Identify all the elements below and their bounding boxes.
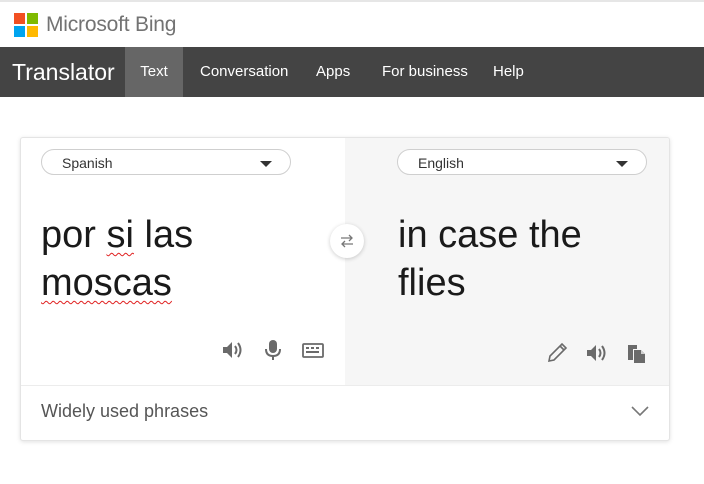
bing-header: Microsoft Bing bbox=[0, 2, 704, 47]
keyboard-icon bbox=[302, 343, 324, 358]
source-word: por bbox=[41, 214, 96, 256]
target-speaker-button[interactable] bbox=[584, 340, 610, 366]
edit-translation-button[interactable] bbox=[544, 340, 570, 366]
source-word-misspelled: moscas bbox=[41, 262, 172, 304]
card-divider bbox=[21, 385, 669, 386]
target-language-select[interactable]: English bbox=[397, 149, 647, 175]
chevron-down-icon bbox=[631, 406, 649, 417]
tab-text-label: Text bbox=[140, 63, 168, 80]
microphone-icon bbox=[265, 340, 281, 360]
target-language-label: English bbox=[418, 155, 464, 171]
swap-languages-button[interactable] bbox=[330, 224, 364, 258]
translated-text-output: in case the flies bbox=[398, 214, 582, 304]
translator-card: Spanish English por si las moscas in cas… bbox=[20, 137, 670, 441]
source-text-input[interactable]: por si las moscas bbox=[41, 211, 331, 307]
pencil-icon bbox=[547, 342, 568, 363]
tab-help[interactable]: Help bbox=[493, 47, 524, 97]
tab-for-business-label: For business bbox=[382, 63, 468, 80]
brand-name[interactable]: Microsoft Bing bbox=[46, 13, 176, 37]
speaker-icon bbox=[587, 345, 606, 361]
translator-title[interactable]: Translator bbox=[12, 59, 115, 86]
tab-help-label: Help bbox=[493, 63, 524, 80]
source-language-select[interactable]: Spanish bbox=[41, 149, 291, 175]
tab-apps-label: Apps bbox=[316, 63, 351, 80]
microphone-button[interactable] bbox=[260, 337, 286, 363]
tab-conversation[interactable]: Conversation bbox=[200, 47, 288, 97]
source-word-misspelled: si bbox=[106, 214, 134, 256]
source-language-label: Spanish bbox=[62, 155, 113, 171]
copy-icon bbox=[628, 345, 645, 363]
keyboard-button[interactable] bbox=[300, 337, 326, 363]
swap-arrows-icon bbox=[341, 234, 353, 248]
expand-phrases-button[interactable] bbox=[630, 404, 650, 418]
caret-down-icon bbox=[260, 161, 272, 167]
tab-apps[interactable]: Apps bbox=[316, 47, 350, 97]
source-speaker-button[interactable] bbox=[220, 337, 246, 363]
microsoft-logo-icon[interactable] bbox=[14, 13, 38, 37]
tab-conversation-label: Conversation bbox=[200, 63, 289, 80]
widely-used-phrases-label[interactable]: Widely used phrases bbox=[41, 401, 208, 422]
caret-down-icon bbox=[616, 161, 628, 167]
tab-text[interactable]: Text bbox=[125, 47, 183, 97]
copy-translation-button[interactable] bbox=[624, 340, 650, 366]
speaker-icon bbox=[223, 342, 242, 358]
tab-for-business[interactable]: For business bbox=[382, 47, 468, 97]
source-word: las bbox=[144, 214, 194, 256]
translator-navbar: Translator Text Conversation Apps For bu… bbox=[0, 47, 704, 97]
